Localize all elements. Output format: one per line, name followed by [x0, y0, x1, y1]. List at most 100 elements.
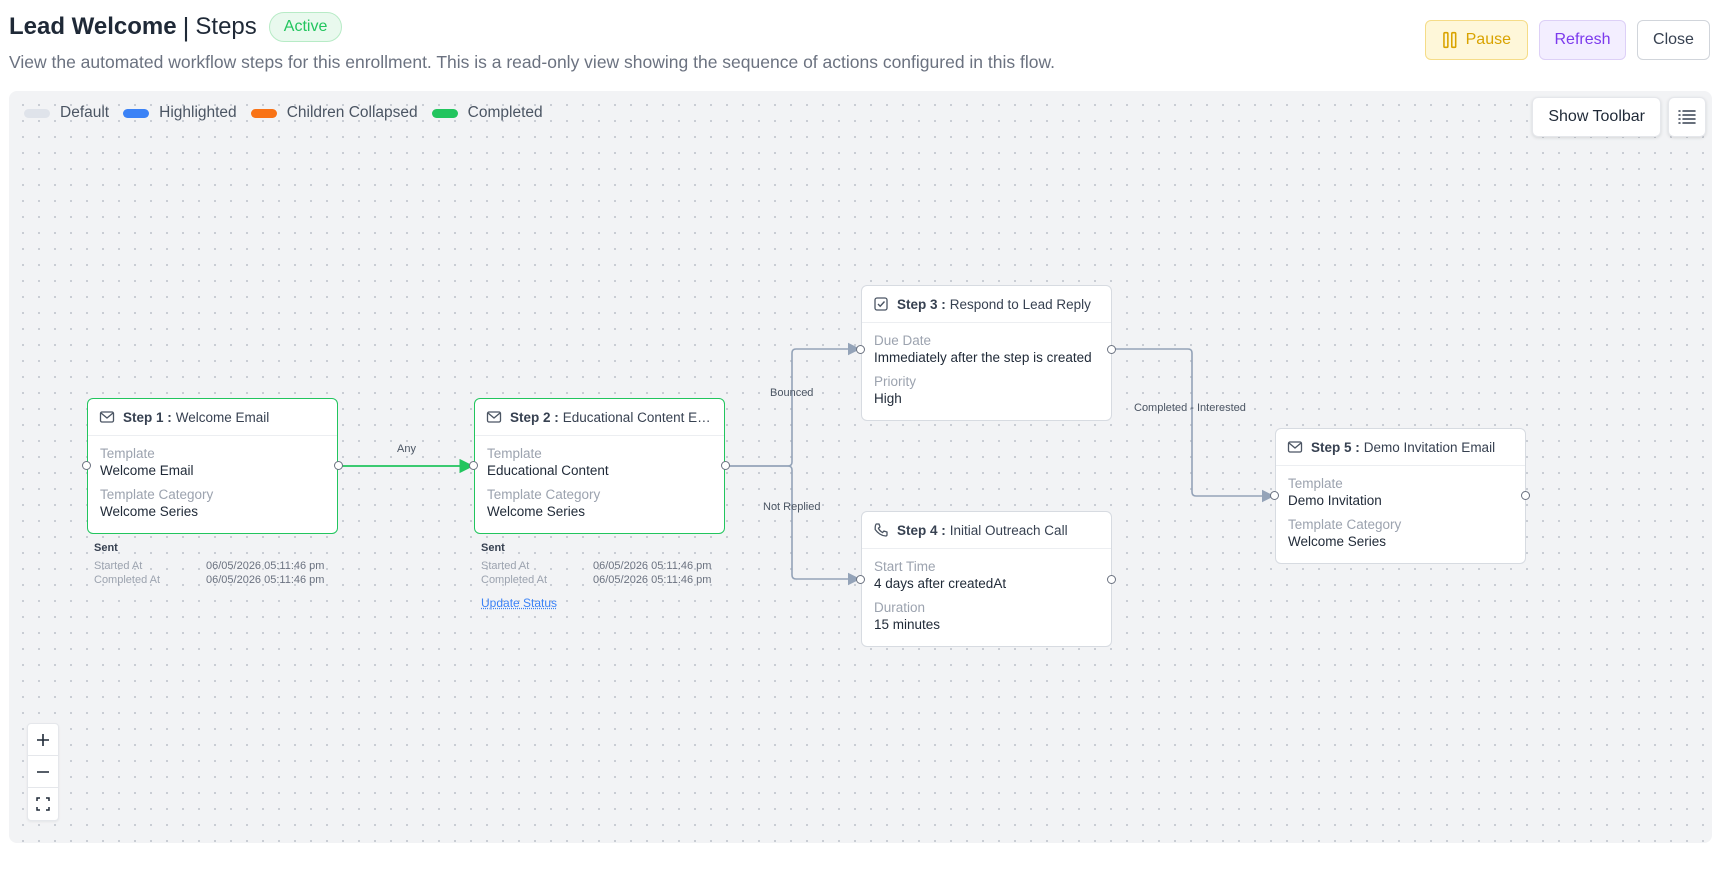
started-at-row: Started At 06/05/2026 05:11:46 pm: [94, 560, 324, 574]
step-status: Sent: [94, 542, 118, 554]
step2-input-handle[interactable]: [469, 461, 478, 470]
step-node-body: Due Date Immediately after the step is c…: [862, 323, 1111, 408]
step-node-header: Step 1 : Welcome Email: [88, 399, 337, 436]
meta-label: Started At: [481, 560, 530, 572]
update-status-link[interactable]: Update Status: [481, 596, 557, 610]
step-number: Step 2 :: [510, 409, 559, 425]
phone-icon: [874, 523, 888, 537]
field-label: Template: [100, 446, 155, 461]
field-value: 15 minutes: [874, 617, 941, 632]
step-node-header: Step 2 : Educational Content Em...: [475, 399, 724, 436]
pause-button[interactable]: Pause: [1425, 20, 1528, 60]
refresh-button[interactable]: Refresh: [1539, 20, 1626, 60]
step-name: Demo Invitation Email: [1363, 439, 1496, 455]
mail-icon: [486, 411, 502, 423]
step-name: Respond to Lead Reply: [949, 296, 1091, 312]
step3-input-handle[interactable]: [856, 345, 865, 354]
step-name: Initial Outreach Call: [949, 522, 1068, 538]
step1-input-handle[interactable]: [82, 461, 91, 470]
status-badge: Active: [268, 12, 343, 42]
step3-output-handle[interactable]: [1107, 345, 1116, 354]
step-number: Step 5 :: [1311, 439, 1360, 455]
completed-at-row: Completed At 06/05/2026 05:11:46 pm: [94, 574, 324, 588]
edge-label-completed-interested: Completed - Interested: [1134, 402, 1246, 414]
step-node-body: Template Educational Content Template Ca…: [475, 436, 724, 521]
step-node-5[interactable]: Step 5 : Demo Invitation Email Template …: [1275, 428, 1526, 564]
mail-icon: [1287, 441, 1303, 453]
field-value: Welcome Email: [100, 463, 194, 478]
field-label: Template Category: [487, 487, 601, 502]
meta-value: 06/05/2026 05:11:46 pm: [593, 574, 712, 586]
step5-input-handle[interactable]: [1270, 491, 1279, 500]
step-node-2[interactable]: Step 2 : Educational Content Em... Templ…: [474, 398, 725, 534]
step-node-4[interactable]: Step 4 : Initial Outreach Call Start Tim…: [861, 511, 1112, 647]
meta-value: 06/05/2026 05:11:46 pm: [206, 560, 325, 572]
field-label: Template Category: [100, 487, 214, 502]
field-value: Welcome Series: [100, 504, 199, 519]
step-number: Step 1 :: [123, 409, 172, 425]
field-label: Template Category: [1288, 517, 1402, 532]
step-node-1[interactable]: Step 1 : Welcome Email Template Welcome …: [87, 398, 338, 534]
title-separator: |: [182, 11, 190, 42]
fit-view-button[interactable]: [28, 788, 58, 820]
step4-input-handle[interactable]: [856, 575, 865, 584]
edge-label-not-replied: Not Replied: [763, 501, 821, 513]
minus-icon: [37, 770, 49, 773]
field-label: Template: [487, 446, 542, 461]
step-node-body: Template Demo Invitation Template Catego…: [1276, 466, 1525, 551]
edge-label-any: Any: [397, 443, 416, 455]
field-value: Welcome Series: [1288, 534, 1387, 549]
edge-step2-step3: [725, 342, 861, 467]
flow-canvas[interactable]: Default Highlighted Children Collapsed C…: [9, 91, 1712, 843]
field-value: Demo Invitation: [1288, 493, 1382, 508]
field-label: Start Time: [874, 559, 936, 574]
step5-output-handle[interactable]: [1521, 491, 1530, 500]
step-node-3[interactable]: Step 3 : Respond to Lead Reply Due Date …: [861, 285, 1112, 421]
step-status: Sent: [481, 542, 505, 554]
edge-step3-step5: [1111, 348, 1275, 503]
step-node-header: Step 4 : Initial Outreach Call: [862, 512, 1111, 549]
pause-button-label: Pause: [1465, 31, 1511, 48]
field-label: Template: [1288, 476, 1343, 491]
zoom-out-button[interactable]: [28, 756, 58, 788]
field-value: High: [874, 391, 902, 406]
header-actions: Pause Refresh Close: [1425, 20, 1710, 60]
meta-label: Completed At: [481, 574, 548, 586]
field-value: Welcome Series: [487, 504, 586, 519]
completed-at-row: Completed At 06/05/2026 05:11:46 pm: [481, 574, 711, 588]
field-value: Educational Content: [487, 463, 609, 478]
zoom-in-button[interactable]: [28, 724, 58, 756]
step-node-body: Template Welcome Email Template Category…: [88, 436, 337, 521]
mail-icon: [99, 411, 115, 423]
field-label: Priority: [874, 374, 917, 389]
page-subtitle: Steps: [195, 13, 257, 40]
field-value: Immediately after the step is created: [874, 350, 1092, 365]
meta-label: Started At: [94, 560, 143, 572]
edge-step2-step4: [725, 465, 861, 586]
task-check-icon: [874, 297, 888, 311]
step-node-body: Start Time 4 days after createdAt Durati…: [862, 549, 1111, 634]
step-name: Educational Content Em...: [562, 409, 713, 425]
field-label: Duration: [874, 600, 926, 615]
step-node-header: Step 5 : Demo Invitation Email: [1276, 429, 1525, 466]
fit-view-icon: [36, 797, 50, 811]
step2-output-handle[interactable]: [721, 461, 730, 470]
close-button[interactable]: Close: [1637, 20, 1710, 60]
meta-label: Completed At: [94, 574, 161, 586]
field-label: Due Date: [874, 333, 932, 348]
page-title: Lead Welcome: [9, 13, 177, 40]
step1-output-handle[interactable]: [334, 461, 343, 470]
plus-icon: [37, 733, 49, 746]
started-at-row: Started At 06/05/2026 05:11:46 pm: [481, 560, 711, 574]
page-description: View the automated workflow steps for th…: [9, 52, 1056, 72]
step-number: Step 4 :: [897, 522, 946, 538]
edge-label-bounced: Bounced: [770, 387, 814, 399]
step2-execution-meta: Sent Started At 06/05/2026 05:11:46 pm Co…: [481, 542, 711, 610]
step1-execution-meta: Sent Started At 06/05/2026 05:11:46 pm Co…: [94, 542, 324, 588]
meta-value: 06/05/2026 05:11:46 pm: [206, 574, 325, 586]
zoom-controls: [27, 723, 59, 821]
pause-icon: [1443, 31, 1457, 49]
step-number: Step 3 :: [897, 296, 946, 312]
step-name: Welcome Email: [175, 409, 270, 425]
step4-output-handle[interactable]: [1107, 575, 1116, 584]
